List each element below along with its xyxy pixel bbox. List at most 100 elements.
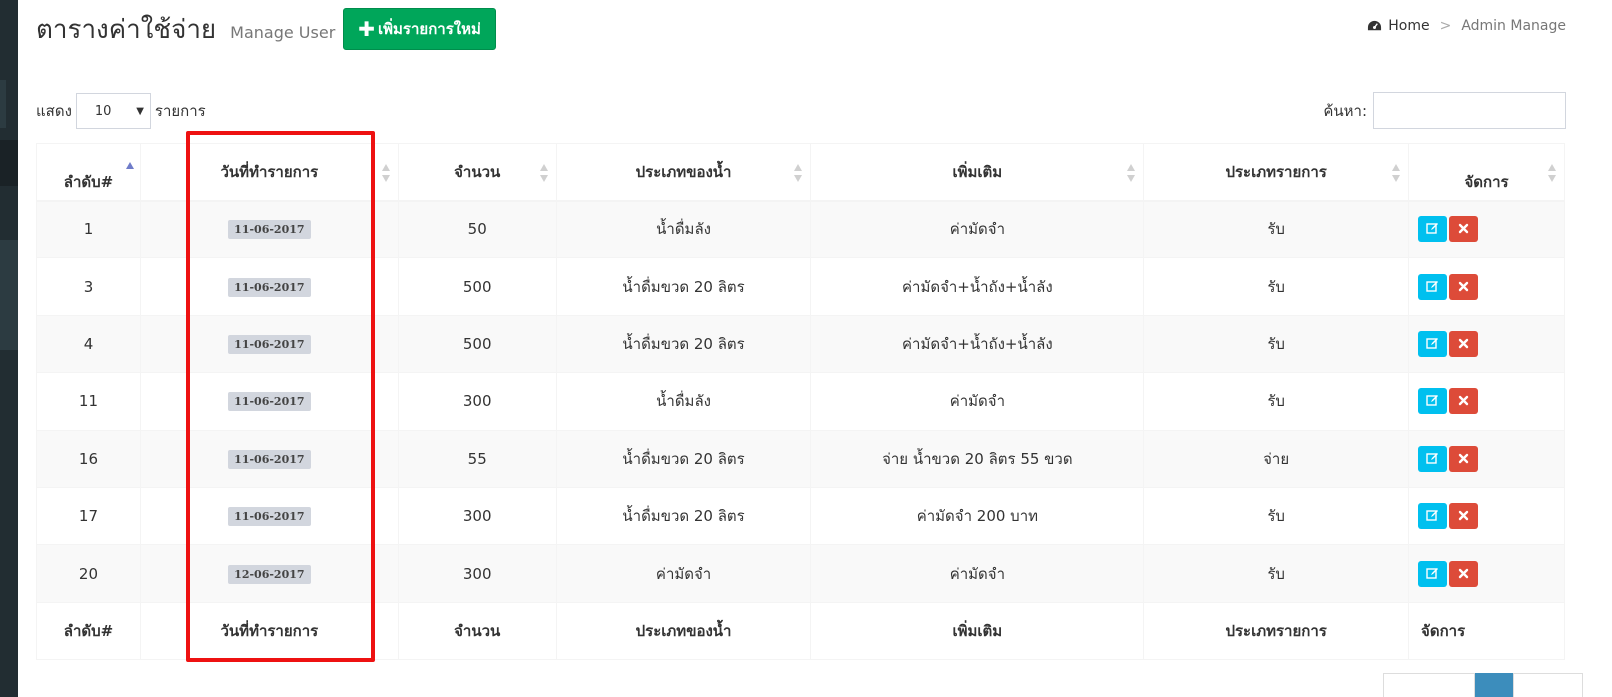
cell-actions	[1408, 544, 1565, 603]
breadcrumb-home-link[interactable]: Home	[1388, 18, 1429, 34]
cell-id: 3	[36, 257, 141, 316]
page-length-control: แสดง 10 ▼ รายการ	[36, 93, 206, 129]
cell-id: 17	[36, 486, 141, 546]
edit-icon	[1426, 510, 1439, 521]
cell-date: 12-06-2017	[139, 544, 399, 603]
cell-kind: รับ	[1143, 486, 1410, 546]
close-icon	[1458, 568, 1469, 578]
cell-water-type: ค่ามัดจำ	[555, 544, 812, 603]
sort-icon	[381, 164, 390, 182]
cell-kind: รับ	[1143, 199, 1410, 259]
edit-button[interactable]	[1418, 445, 1448, 472]
close-icon	[1458, 396, 1469, 406]
expense-table: ลำดับ# วันที่ทำรายการ จำนวน ประเภทของน้ำ…	[36, 143, 1565, 660]
cell-note: ค่ามัดจำ+น้ำถัง+น้ำลัง	[810, 257, 1145, 316]
page-subtitle: Manage User	[230, 22, 336, 42]
table-row: 3 11-06-2017 500 น้ำดื่มขวด 20 ลิตร ค่ามัดจำ…	[36, 257, 1565, 316]
table-row: 16 11-06-2017 55 น้ำดื่มขวด 20 ลิตร จ่าย น้ำ…	[36, 429, 1565, 488]
delete-button[interactable]	[1449, 273, 1479, 300]
column-header-actions[interactable]: จัดการ	[1408, 143, 1565, 202]
cell-actions	[1408, 199, 1565, 259]
cell-note: ค่ามัดจำ	[810, 544, 1145, 603]
cell-note: ค่ามัดจำ 200 บาท	[810, 486, 1145, 546]
plus-icon: ✚	[358, 17, 376, 41]
edit-icon	[1426, 337, 1439, 349]
close-icon	[1458, 281, 1469, 291]
add-new-item-button[interactable]: ✚ เพิ่มรายการใหม่	[343, 8, 496, 50]
search-label: ค้นหา:	[1323, 101, 1367, 120]
close-icon	[1458, 510, 1469, 521]
column-header-note[interactable]: เพิ่มเติม	[810, 143, 1145, 202]
sidebar-item[interactable]	[0, 140, 18, 186]
cell-kind: จ่าย	[1143, 429, 1410, 488]
sort-icon	[1127, 164, 1136, 182]
edit-button[interactable]	[1418, 216, 1448, 243]
breadcrumb-active: Admin Manage	[1461, 18, 1566, 34]
edit-button[interactable]	[1418, 330, 1448, 357]
cell-water-type: น้ำดื่มขวด 20 ลิตร	[555, 429, 812, 488]
breadcrumb: Home > Admin Manage	[1367, 18, 1566, 34]
column-header-amount[interactable]: จำนวน	[397, 143, 557, 202]
edit-button[interactable]	[1418, 388, 1448, 415]
edit-button[interactable]	[1418, 273, 1448, 300]
search-control: ค้นหา:	[1323, 92, 1566, 129]
footer-actions: จัดการ	[1408, 601, 1565, 660]
cell-id: 20	[36, 544, 141, 603]
add-button-label: เพิ่มรายการใหม่	[378, 20, 481, 38]
footer-id: ลำดับ#	[36, 601, 141, 660]
delete-button[interactable]	[1449, 445, 1479, 472]
cell-water-type: น้ำดื่มลัง	[555, 372, 812, 431]
sort-icon	[794, 164, 803, 182]
sidebar-item[interactable]	[0, 80, 6, 128]
date-badge: 11-06-2017	[228, 507, 311, 527]
cell-amount: 300	[397, 544, 557, 603]
column-header-date[interactable]: วันที่ทำรายการ	[139, 143, 399, 202]
footer-kind: ประเภทรายการ	[1143, 601, 1410, 660]
cell-amount: 500	[397, 314, 557, 374]
sidebar	[0, 0, 18, 697]
pagination-current-page[interactable]	[1475, 673, 1513, 697]
delete-button[interactable]	[1449, 388, 1479, 415]
column-header-kind[interactable]: ประเภทรายการ	[1143, 143, 1410, 202]
cell-id: 1	[36, 199, 141, 259]
search-input[interactable]	[1373, 92, 1566, 129]
cell-actions	[1408, 314, 1565, 374]
cell-kind: รับ	[1143, 257, 1410, 316]
delete-button[interactable]	[1449, 216, 1479, 243]
column-header-water-type[interactable]: ประเภทของน้ำ	[555, 143, 812, 202]
cell-id: 11	[36, 372, 141, 431]
cell-date: 11-06-2017	[139, 486, 399, 546]
cell-note: ค่ามัดจำ	[810, 372, 1145, 431]
pagination-next[interactable]	[1513, 673, 1583, 697]
cell-amount: 300	[397, 372, 557, 431]
cell-note: จ่าย น้ำขวด 20 ลิตร 55 ขวด	[810, 429, 1145, 488]
table-row: 11 11-06-2017 300 น้ำดื่มลัง ค่ามัดจำ รับ	[36, 372, 1565, 431]
delete-button[interactable]	[1449, 330, 1479, 357]
pagination-previous[interactable]	[1383, 673, 1475, 697]
table-header-row: ลำดับ# วันที่ทำรายการ จำนวน ประเภทของน้ำ…	[36, 143, 1565, 202]
sidebar-item[interactable]	[0, 240, 18, 350]
page-length-value: 10	[94, 103, 112, 119]
cell-water-type: น้ำดื่มขวด 20 ลิตร	[555, 486, 812, 546]
delete-button[interactable]	[1449, 560, 1479, 587]
edit-icon	[1426, 567, 1439, 579]
page-length-select[interactable]: 10 ▼	[75, 93, 151, 129]
sort-icon	[539, 164, 548, 182]
sort-icon	[1392, 164, 1401, 182]
column-header-id[interactable]: ลำดับ#	[36, 143, 141, 202]
footer-date: วันที่ทำรายการ	[139, 601, 399, 660]
date-badge: 12-06-2017	[228, 564, 311, 584]
chevron-down-icon: ▼	[136, 105, 144, 117]
cell-date: 11-06-2017	[139, 199, 399, 259]
edit-button[interactable]	[1418, 560, 1448, 587]
sort-icon	[1548, 164, 1556, 182]
cell-actions	[1408, 486, 1565, 546]
close-icon	[1458, 338, 1469, 349]
cell-actions	[1408, 257, 1565, 316]
delete-button[interactable]	[1449, 503, 1479, 530]
content-area: ตารางค่าใช้จ่าย Manage User ✚ เพิ่มรายกา…	[18, 0, 1612, 697]
cell-id: 16	[36, 429, 141, 488]
length-suffix-label: รายการ	[154, 102, 206, 120]
edit-button[interactable]	[1418, 503, 1448, 530]
cell-actions	[1408, 429, 1565, 488]
